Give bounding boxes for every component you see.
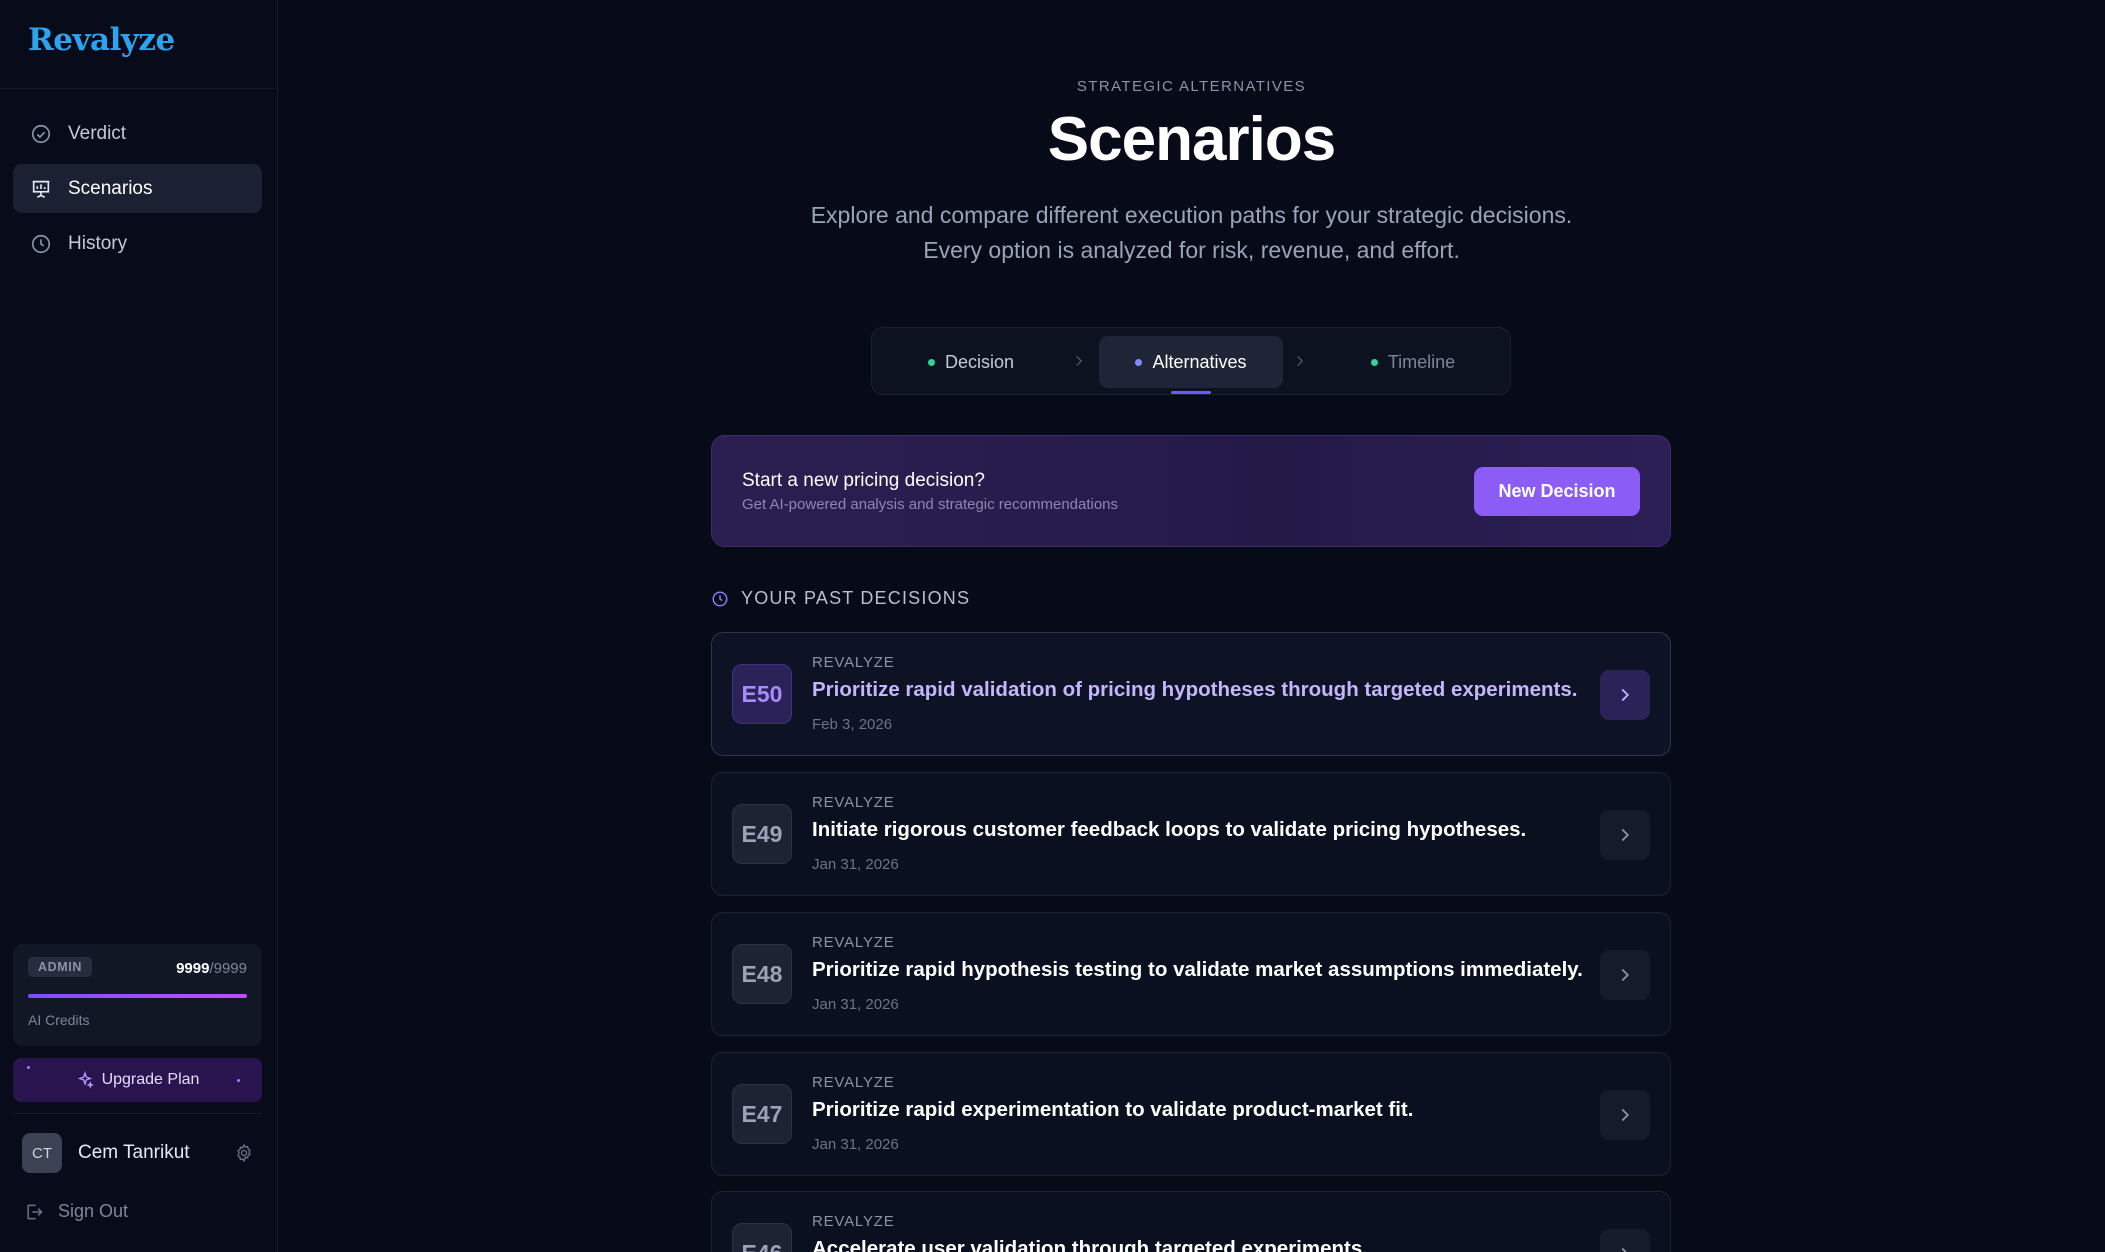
gear-icon[interactable]	[234, 1143, 254, 1163]
avatar: CT	[22, 1133, 62, 1173]
banner-title: Start a new pricing decision?	[742, 470, 985, 491]
decision-code-badge: E49	[732, 804, 792, 864]
decision-card[interactable]: E48 REVALYZE Prioritize rapid hypothesis…	[711, 912, 1671, 1036]
main-content: STRATEGIC ALTERNATIVES Scenarios Explore…	[278, 0, 2105, 1252]
decision-org: REVALYZE	[812, 654, 895, 671]
decision-code-badge: E47	[732, 1084, 792, 1144]
sign-out-button[interactable]: Sign Out	[24, 1201, 128, 1222]
sidebar-item-scenarios[interactable]: Scenarios	[13, 164, 262, 213]
chevron-right-icon	[1621, 828, 1630, 842]
decision-org: REVALYZE	[812, 1213, 895, 1230]
upgrade-plan-button[interactable]: Upgrade Plan	[13, 1058, 262, 1102]
sidebar-item-label: History	[68, 232, 128, 254]
decision-code-badge: E48	[732, 944, 792, 1004]
credits-progress-fill	[28, 994, 247, 998]
step-status-dot	[927, 358, 935, 366]
step-timeline[interactable]: Timeline	[1322, 336, 1504, 388]
sidebar-item-label: Verdict	[68, 122, 127, 144]
step-status-dot	[1370, 358, 1378, 366]
decision-title: Prioritize rapid hypothesis testing to v…	[812, 958, 1583, 981]
step-status-dot	[1135, 358, 1143, 366]
sidebar-divider	[13, 1113, 262, 1114]
chevron-right-icon	[1621, 1108, 1630, 1122]
decision-org: REVALYZE	[812, 1074, 895, 1091]
past-decisions-header: YOUR PAST DECISIONS	[711, 588, 970, 609]
decision-card[interactable]: E47 REVALYZE Prioritize rapid experiment…	[711, 1052, 1671, 1176]
credits-count: 9999/9999	[176, 960, 247, 977]
credits-progress-bar	[28, 994, 247, 998]
step-label: Timeline	[1387, 351, 1456, 372]
decision-card[interactable]: E46 REVALYZE Accelerate user validation …	[711, 1191, 1671, 1252]
page-title: Scenarios	[1047, 105, 1336, 174]
decision-code-badge: E50	[732, 664, 792, 724]
step-navigation: Decision Alternatives Timeline	[871, 327, 1511, 395]
open-decision-button[interactable]	[1600, 670, 1650, 720]
sparkle-dot	[27, 1066, 30, 1069]
credits-card: ADMIN 9999/9999 AI Credits	[13, 944, 262, 1046]
new-decision-banner: Start a new pricing decision? Get AI-pow…	[711, 435, 1671, 547]
decision-card[interactable]: E49 REVALYZE Initiate rigorous customer …	[711, 772, 1671, 896]
decision-date: Feb 3, 2026	[812, 716, 893, 733]
decision-org: REVALYZE	[812, 934, 895, 951]
credits-label: AI Credits	[28, 1012, 90, 1028]
upgrade-plan-label: Upgrade Plan	[101, 1071, 200, 1088]
sparkles-icon	[76, 1071, 94, 1089]
decision-title: Prioritize rapid validation of pricing h…	[812, 678, 1578, 701]
section-title: YOUR PAST DECISIONS	[741, 588, 971, 608]
decision-title: Prioritize rapid experimentation to vali…	[812, 1098, 1414, 1121]
app-logo[interactable]: Revalyze	[28, 22, 175, 58]
sidebar: Revalyze Verdict Scenarios History ADMIN…	[0, 0, 278, 1252]
decision-card[interactable]: E50 REVALYZE Prioritize rapid validation…	[711, 632, 1671, 756]
user-profile[interactable]: CT Cem Tanrikut	[22, 1133, 254, 1173]
page-eyebrow: STRATEGIC ALTERNATIVES	[1076, 78, 1307, 95]
page-subtitle: Explore and compare different execution …	[278, 198, 2105, 268]
active-step-indicator	[1171, 391, 1211, 394]
sign-out-label: Sign Out	[58, 1201, 129, 1221]
sidebar-item-history[interactable]: History	[13, 219, 262, 268]
decision-code-badge: E46	[732, 1223, 792, 1252]
decision-date: Jan 31, 2026	[812, 996, 899, 1013]
decision-org: REVALYZE	[812, 794, 895, 811]
new-decision-button[interactable]: New Decision	[1474, 467, 1640, 516]
decision-date: Jan 31, 2026	[812, 856, 899, 873]
chevron-right-icon	[1621, 968, 1630, 982]
decision-date: Jan 31, 2026	[812, 1136, 899, 1153]
open-decision-button[interactable]	[1600, 1090, 1650, 1140]
sidebar-divider	[0, 88, 277, 89]
chevron-right-icon	[1291, 352, 1309, 370]
step-label: Decision	[944, 351, 1015, 372]
decision-title: Accelerate user validation through targe…	[812, 1237, 1368, 1252]
check-circle-icon	[30, 123, 52, 145]
decision-title: Initiate rigorous customer feedback loop…	[812, 818, 1527, 841]
chevron-right-icon	[1070, 352, 1088, 370]
step-decision[interactable]: Decision	[880, 336, 1062, 388]
banner-subtitle: Get AI-powered analysis and strategic re…	[742, 496, 1119, 513]
open-decision-button[interactable]	[1600, 1229, 1650, 1252]
sparkle-dot	[237, 1079, 240, 1082]
sign-out-icon	[24, 1202, 44, 1222]
chevron-right-icon	[1621, 688, 1630, 702]
step-label: Alternatives	[1152, 351, 1247, 372]
sidebar-item-label: Scenarios	[68, 177, 153, 199]
clock-icon	[711, 590, 729, 608]
subtitle-line: Explore and compare different execution …	[810, 202, 1573, 228]
open-decision-button[interactable]	[1600, 810, 1650, 860]
user-name: Cem Tanrikut	[78, 1142, 190, 1163]
presentation-chart-icon	[30, 178, 52, 200]
admin-badge: ADMIN	[28, 957, 92, 977]
open-decision-button[interactable]	[1600, 950, 1650, 1000]
sidebar-item-verdict[interactable]: Verdict	[13, 109, 262, 158]
clock-icon	[30, 233, 52, 255]
chevron-right-icon	[1621, 1247, 1628, 1252]
subtitle-line: Every option is analyzed for risk, reven…	[923, 237, 1460, 263]
step-alternatives[interactable]: Alternatives	[1099, 336, 1283, 388]
